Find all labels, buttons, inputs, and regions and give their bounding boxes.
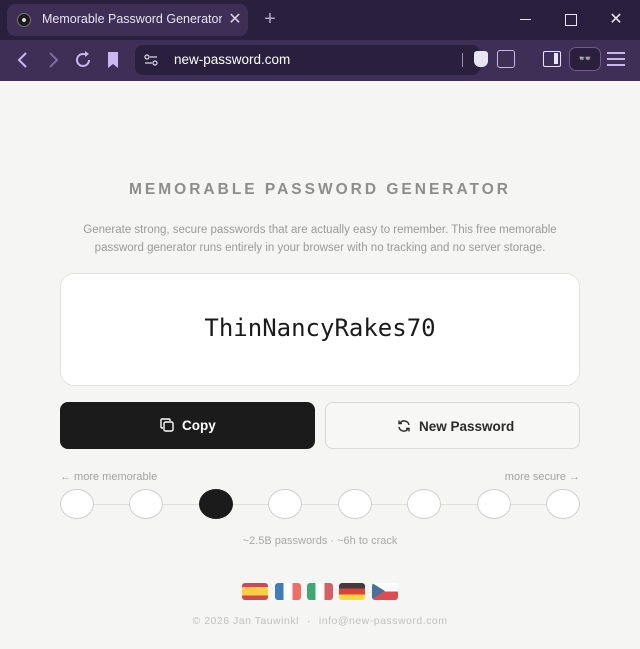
flag-czech-icon[interactable] [372, 583, 398, 600]
strength-step-8[interactable] [546, 489, 580, 519]
tab-title: Memorable Password Generator [42, 12, 222, 26]
sidebar-toggle-icon[interactable] [543, 51, 561, 67]
strength-step-2[interactable] [129, 489, 164, 519]
site-settings-icon[interactable] [143, 52, 159, 68]
maximize-icon[interactable] [558, 8, 582, 32]
forward-icon[interactable] [41, 48, 65, 72]
strength-step-6[interactable] [407, 489, 442, 519]
flag-italy-icon[interactable] [307, 583, 333, 600]
password-stats: ~2.5B passwords · ~6h to crack [242, 535, 398, 547]
url-divider [462, 53, 463, 67]
new-tab-icon[interactable]: + [259, 8, 281, 32]
footer-separator: · [306, 615, 311, 627]
refresh-icon [397, 419, 411, 433]
strength-step-7[interactable] [476, 489, 511, 519]
back-icon[interactable] [11, 48, 35, 72]
flag-germany-icon[interactable] [339, 583, 365, 600]
flag-france-icon[interactable] [275, 583, 301, 600]
flag-spain-icon[interactable] [242, 583, 268, 600]
hint-more-memorable: ← more memorable [60, 471, 158, 483]
reader-mode-icon[interactable] [497, 50, 515, 68]
footer-copyright: © 2026 Jan Tauwinkl [192, 615, 299, 627]
address-bar[interactable]: new-password.com [135, 45, 480, 75]
minimize-icon[interactable] [514, 8, 538, 32]
hint-more-secure: more secure → [504, 471, 580, 483]
page-description: Generate strong, secure passwords that a… [83, 224, 557, 254]
brave-shields-icon[interactable] [474, 51, 488, 67]
url-text[interactable]: new-password.com [174, 52, 454, 68]
new-password-label: New Password [419, 419, 515, 434]
password-display: ThinNancyRakes70 [60, 273, 580, 386]
menu-icon[interactable] [607, 51, 625, 67]
footer: © 2026 Jan Tauwinkl · info@new-password.co… [60, 615, 580, 629]
strength-step-5[interactable] [337, 489, 372, 519]
copy-icon [160, 418, 174, 432]
browser-titlebar: Memorable Password Generator ✕ + ✕ [0, 0, 640, 40]
password-text[interactable]: ThinNancyRakes70 [61, 314, 579, 346]
page-title: MEMORABLE PASSWORD GENERATOR [129, 181, 511, 198]
private-vpn-icon[interactable]: 👓 [569, 47, 601, 71]
tab-close-icon[interactable]: ✕ [227, 10, 243, 30]
copy-button[interactable]: Copy [60, 402, 315, 449]
reload-icon[interactable] [71, 48, 95, 72]
strength-step-1[interactable] [60, 489, 94, 519]
bookmark-icon[interactable] [101, 48, 125, 72]
strength-step-3[interactable] [198, 489, 233, 519]
footer-email-link[interactable]: info@new-password.com [319, 615, 448, 627]
browser-tab[interactable]: Memorable Password Generator ✕ [7, 4, 248, 36]
new-password-button[interactable]: New Password [325, 402, 580, 449]
browser-toolbar: new-password.com 👓 [0, 40, 640, 81]
window-close-icon[interactable]: ✕ [604, 8, 628, 32]
site-favicon-icon [17, 13, 31, 27]
strength-step-4[interactable] [268, 489, 303, 519]
copy-label: Copy [182, 418, 216, 433]
